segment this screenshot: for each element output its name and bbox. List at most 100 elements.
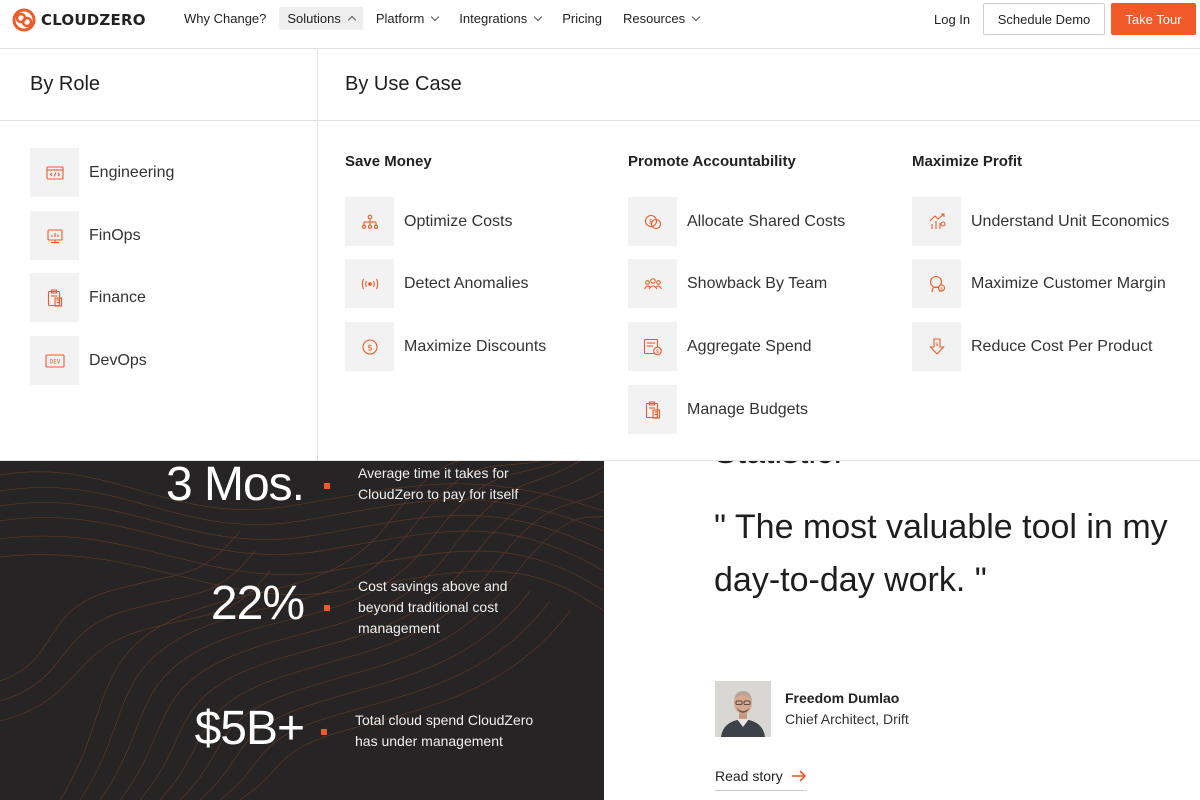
chevron-down-icon <box>431 12 440 21</box>
nav-solutions[interactable]: Solutions <box>279 7 363 30</box>
nav-resources[interactable]: Resources <box>615 7 707 30</box>
login-link[interactable]: Log In <box>934 12 970 27</box>
menu-item-finops[interactable]: FinOps <box>30 211 141 260</box>
icon-tile <box>628 385 677 434</box>
menu-item-allocate-shared-costs[interactable]: $ Allocate Shared Costs <box>628 197 845 246</box>
nav-pricing[interactable]: Pricing <box>554 7 610 30</box>
menu-item-aggregate-spend[interactable]: $ Aggregate Spend <box>628 322 812 371</box>
signal-icon <box>361 278 378 289</box>
menu-item-label: Showback By Team <box>687 274 828 292</box>
testimonial-section: Statistic. " The most valuable tool in m… <box>604 461 1200 800</box>
reduce-arrow-icon: $ <box>928 337 945 355</box>
menu-item-label: Optimize Costs <box>404 212 513 230</box>
icon-tile <box>345 197 394 246</box>
chevron-down-icon <box>533 12 543 21</box>
brand-logo[interactable]: CLOUDZERO <box>12 8 146 32</box>
testimonial-quote: " The most valuable tool in my day-to-da… <box>714 508 1168 599</box>
menu-item-label: DevOps <box>89 351 147 369</box>
avatar <box>715 681 771 737</box>
menu-item-optimize-costs[interactable]: Optimize Costs <box>345 197 512 246</box>
menu-item-label: Maximize Customer Margin <box>971 274 1166 292</box>
solutions-mega-menu: By Role By Use Case Engineering FinOps F… <box>0 48 1200 461</box>
stat-description-spend: Total cloud spend CloudZero has under ma… <box>355 712 534 749</box>
svg-text:$: $ <box>940 286 943 292</box>
schedule-demo-button[interactable]: Schedule Demo <box>983 3 1105 35</box>
menu-item-label: Finance <box>89 288 146 306</box>
brand-name: CLOUDZERO <box>41 11 146 29</box>
stats-panel: 3 Mos. Average time it takes for CloudZe… <box>0 461 604 800</box>
person-name: Freedom Dumlao <box>785 690 900 706</box>
stat-description-payback: Average time it takes for CloudZero to p… <box>358 465 519 502</box>
nav-label: Why Change? <box>184 11 267 26</box>
menu-item-label: Engineering <box>89 163 175 181</box>
icon-tile: $ <box>912 259 961 308</box>
top-nav-bar: CLOUDZERO Why Change? Solutions Platform… <box>0 0 1200 40</box>
icon-tile <box>628 259 677 308</box>
nav-why-change[interactable]: Why Change? <box>176 7 274 30</box>
dev-badge-icon: DEV <box>44 353 65 368</box>
cloudzero-logo-icon <box>12 8 36 32</box>
menu-item-engineering[interactable]: Engineering <box>30 148 174 197</box>
arrow-right-icon <box>791 770 806 782</box>
menu-item-label: Allocate Shared Costs <box>687 212 846 230</box>
menu-item-detect-anomalies[interactable]: Detect Anomalies <box>345 259 529 308</box>
svg-text:DEV: DEV <box>49 358 60 365</box>
icon-tile: $ <box>912 322 961 371</box>
menu-item-label: Aggregate Spend <box>687 337 812 355</box>
shared-cost-icon: $ <box>644 214 661 229</box>
icon-tile <box>912 197 961 246</box>
menu-item-maximize-discounts[interactable]: $ Maximize Discounts <box>345 322 546 371</box>
nav-label: Resources <box>622 11 686 26</box>
hierarchy-icon <box>361 214 378 229</box>
read-story-link[interactable]: Read story <box>715 768 807 791</box>
by-role-title: By Role <box>30 73 101 95</box>
group-title-maximize-profit: Maximize Profit <box>912 153 1023 170</box>
team-icon <box>643 277 662 289</box>
menu-item-maximize-customer-margin[interactable]: $ Maximize Customer Margin <box>912 259 1166 308</box>
stat-description-savings: Cost savings above and beyond traditiona… <box>358 578 508 636</box>
chevron-up-icon <box>347 15 357 25</box>
person-role: Chief Architect, Drift <box>785 711 909 727</box>
growth-chart-icon <box>929 212 946 229</box>
document-spend-icon: $ <box>643 338 662 355</box>
nav-label: Solutions <box>287 11 341 26</box>
section-heading-partial: Statistic. <box>714 461 842 472</box>
group-title-save-money: Save Money <box>345 153 432 170</box>
icon-tile <box>30 211 79 260</box>
svg-text:$: $ <box>935 342 939 348</box>
stat-bullet <box>321 729 327 735</box>
by-use-case-title: By Use Case <box>345 73 462 95</box>
icon-tile: DEV <box>30 336 79 385</box>
nav-label: Integrations <box>459 11 528 26</box>
menu-item-devops[interactable]: DEV DevOps <box>30 336 147 385</box>
menu-item-understand-unit-economics[interactable]: Understand Unit Economics <box>912 197 1169 246</box>
customer-margin-icon: $ <box>929 275 945 292</box>
menu-item-label: Detect Anomalies <box>404 274 529 292</box>
chevron-down-icon <box>691 12 701 21</box>
nav-platform[interactable]: Platform <box>368 7 446 30</box>
menu-item-manage-budgets[interactable]: Manage Budgets <box>628 385 808 434</box>
nav-integrations[interactable]: Integrations <box>451 7 549 30</box>
column-divider <box>317 49 318 461</box>
icon-tile: $ <box>628 322 677 371</box>
person-photo <box>715 681 771 737</box>
group-title-promote-accountability: Promote Accountability <box>628 153 796 170</box>
menu-item-label: Manage Budgets <box>687 400 808 418</box>
clipboard-calculator-icon <box>47 288 62 307</box>
dollar-circle-icon: $ <box>361 338 378 355</box>
stat-bullet <box>324 483 330 489</box>
menu-item-label: Understand Unit Economics <box>971 212 1170 230</box>
menu-item-finance[interactable]: Finance <box>30 273 146 322</box>
icon-tile: $ <box>345 322 394 371</box>
svg-text:$: $ <box>367 343 373 353</box>
nav-label: Platform <box>375 11 425 26</box>
menu-item-reduce-cost-per-product[interactable]: $ Reduce Cost Per Product <box>912 322 1152 371</box>
menu-item-showback-by-team[interactable]: Showback By Team <box>628 259 827 308</box>
budget-calculator-icon <box>645 400 660 419</box>
stat-value-savings: 22% <box>210 577 305 630</box>
take-tour-button[interactable]: Take Tour <box>1111 3 1196 35</box>
svg-text:$: $ <box>655 349 659 355</box>
icon-tile <box>345 259 394 308</box>
monitor-chart-icon <box>46 228 63 243</box>
stat-value-spend: $5B+ <box>194 702 305 755</box>
